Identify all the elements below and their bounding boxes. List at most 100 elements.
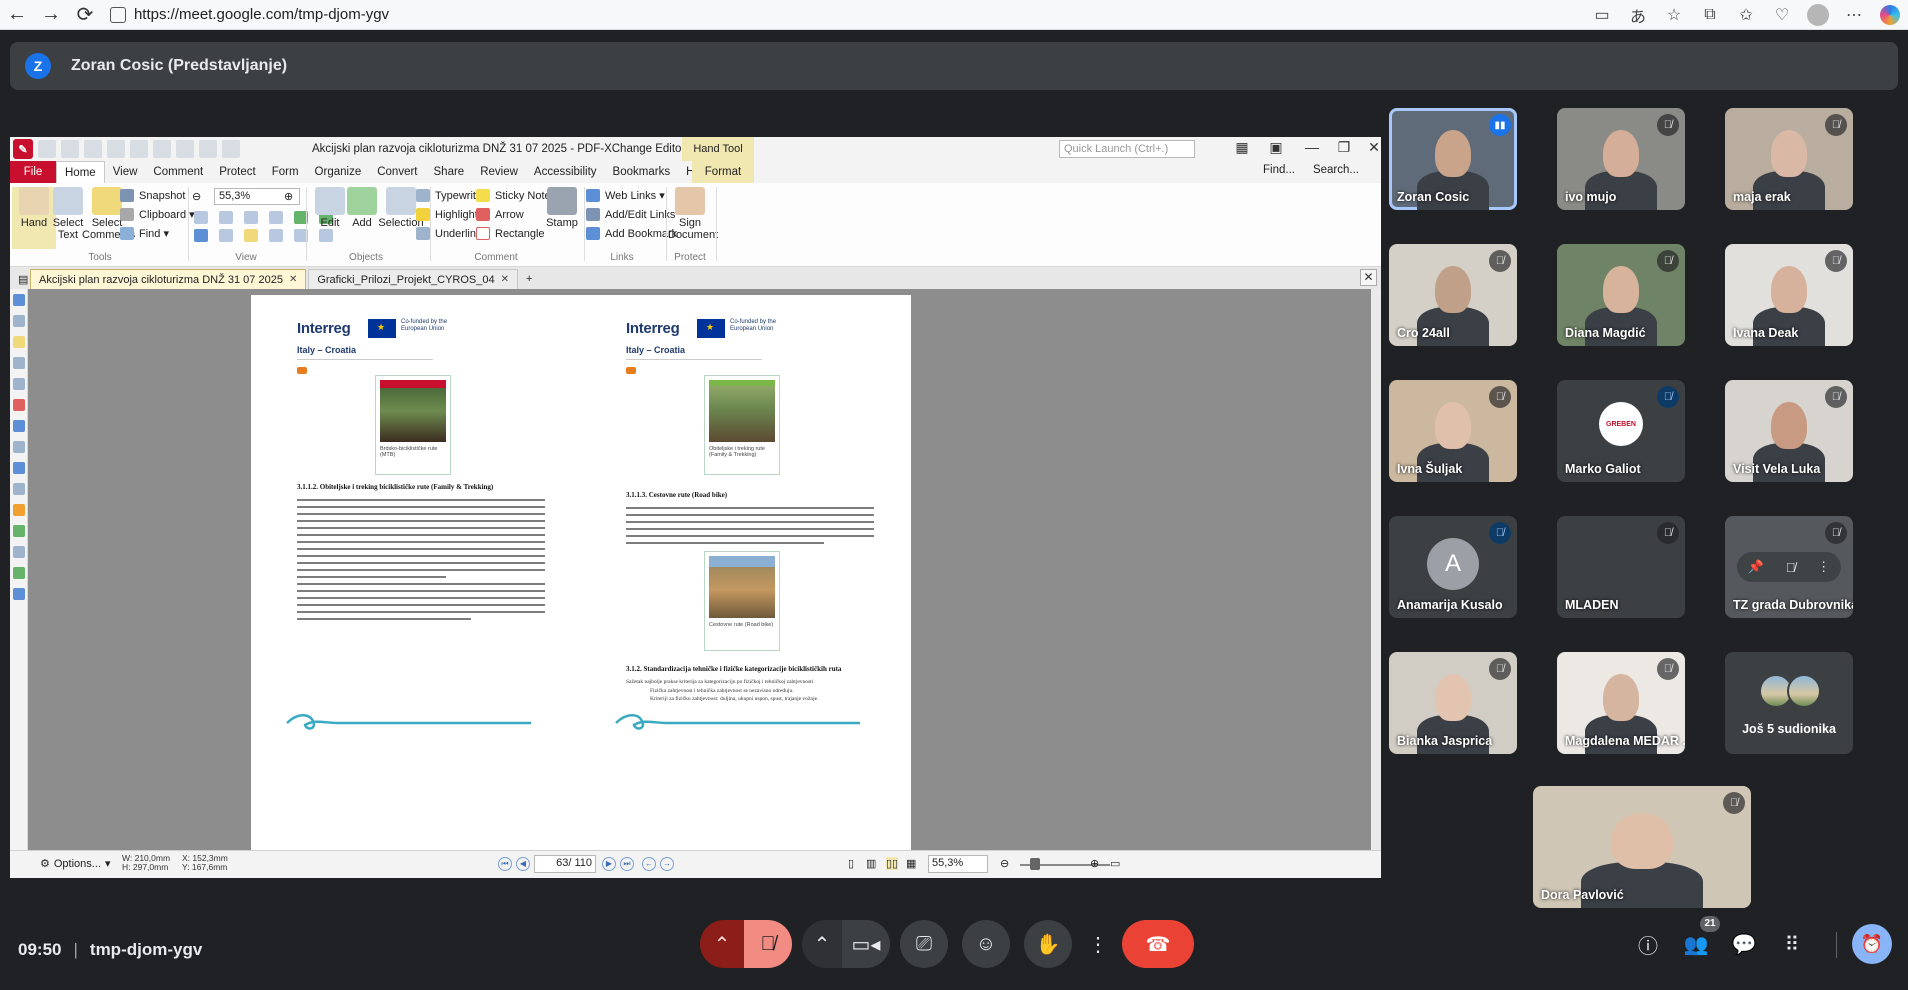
participant-tile[interactable]: 🎙̸ Dora Pavlović <box>1533 786 1751 908</box>
save-icon[interactable] <box>61 140 79 158</box>
leave-call-button[interactable]: ☎ <box>1122 920 1194 968</box>
more-vert-icon[interactable]: ⋮ <box>1817 559 1830 575</box>
thumbnails-icon[interactable] <box>219 229 233 242</box>
close-tab-icon[interactable]: ✕ <box>289 274 297 285</box>
menu-share[interactable]: Share <box>426 161 473 183</box>
rectangle-button[interactable]: Rectangle <box>476 225 545 242</box>
comments-pane-icon[interactable] <box>244 229 258 242</box>
fit-width-icon[interactable] <box>219 211 233 224</box>
articles-panel-icon[interactable] <box>12 546 25 558</box>
search-button[interactable]: Search... <box>1313 164 1359 176</box>
properties-panel-icon[interactable] <box>12 462 25 474</box>
next-view-status-icon[interactable]: → <box>660 857 674 871</box>
profile-avatar[interactable] <box>1800 0 1836 30</box>
zoom-slider-knob[interactable] <box>1030 858 1040 870</box>
activities-icon[interactable]: ⠿ <box>1778 930 1806 958</box>
highlight-button[interactable]: Highlight <box>416 206 478 223</box>
extensions-icon[interactable]: ⧉ <box>1692 0 1728 30</box>
find-button[interactable]: Find... <box>1263 164 1295 176</box>
layers-panel-icon[interactable] <box>12 378 25 390</box>
signatures-panel-icon[interactable] <box>12 399 25 411</box>
present-button[interactable]: ⎚ <box>900 920 948 968</box>
tabs-menu-icon[interactable]: ▤ <box>10 269 30 289</box>
info-panel-icon[interactable] <box>12 588 25 600</box>
prev-page-icon[interactable]: ◀ <box>516 857 530 871</box>
page-number-input[interactable]: 63/ 110 <box>534 855 596 873</box>
print-icon[interactable] <box>84 140 102 158</box>
comments-panel-icon[interactable] <box>12 336 25 348</box>
favorites-icon[interactable]: ✩ <box>1728 0 1764 30</box>
bookmarks-panel-icon[interactable] <box>12 294 25 306</box>
document-view[interactable]: Interreg Co-funded by the European Union… <box>28 289 1371 850</box>
quick-launch-input[interactable]: Quick Launch (Ctrl+.) <box>1059 140 1195 158</box>
attachments-panel-icon[interactable] <box>12 357 25 369</box>
more-options-button[interactable]: ⋮ <box>1086 920 1110 968</box>
fields-panel-icon[interactable] <box>12 483 25 495</box>
participant-tile[interactable]: ▮▮ Zoran Cosic <box>1389 108 1517 210</box>
participant-tile[interactable]: 📌 🎙̸ ⋮ 🎙̸ TZ grada Dubrovnika <box>1725 516 1853 618</box>
options-button[interactable]: ⚙ Options... ▾ <box>40 857 110 871</box>
minimize-icon[interactable]: — <box>1296 139 1328 159</box>
menu-format[interactable]: Format <box>692 161 754 183</box>
menu-review[interactable]: Review <box>472 161 526 183</box>
close-icon[interactable]: ✕ <box>1358 139 1381 159</box>
structure-panel-icon[interactable] <box>12 420 25 432</box>
document-tab-2[interactable]: Graficki_Prilozi_Projekt_CYROS_04 ✕ <box>308 269 519 289</box>
links-panel-icon[interactable] <box>12 504 25 516</box>
destinations-panel-icon[interactable] <box>12 525 25 537</box>
participant-tile[interactable]: 🎙̸ ivo mujo <box>1557 108 1685 210</box>
last-page-icon[interactable]: ⏭ <box>620 857 634 871</box>
next-page-icon[interactable]: ▶ <box>602 857 616 871</box>
add-bookmark-button[interactable]: Add Bookmark <box>586 225 677 242</box>
layout-icon[interactable]: ▣ <box>1260 139 1292 159</box>
camera-button[interactable]: ▭◂ <box>842 920 890 968</box>
bookmark-star-icon[interactable]: ☆ <box>1656 0 1692 30</box>
new-tab-icon[interactable]: + <box>518 269 541 289</box>
fit-visible-icon[interactable] <box>269 211 283 224</box>
layout-continuous-icon[interactable]: ▥ <box>866 857 876 870</box>
underline-button[interactable]: Underline <box>416 225 482 242</box>
participant-tile[interactable]: 🎙̸ MLADEN <box>1557 516 1685 618</box>
people-icon[interactable]: 👥 <box>1682 930 1710 958</box>
video-options-button[interactable]: ⌃ <box>802 920 842 968</box>
email-icon[interactable] <box>107 140 125 158</box>
fields-icon[interactable] <box>319 229 333 242</box>
participant-tile[interactable]: 🎙̸ Bianka Jasprica <box>1389 652 1517 754</box>
sign-document-button[interactable]: Sign Document <box>668 187 718 241</box>
clipboard-button[interactable]: Clipboard ▾ <box>120 206 195 223</box>
host-controls-button[interactable]: ⏰ <box>1852 924 1892 964</box>
menu-accessibility[interactable]: Accessibility <box>526 161 605 183</box>
document-tab-1[interactable]: Akcijski plan razvoja cikloturizma DNŽ 3… <box>30 269 307 289</box>
pin-icon[interactable]: 📌 <box>1748 559 1764 575</box>
back-icon[interactable]: ← <box>0 0 34 30</box>
page-fit-icon[interactable] <box>194 211 208 224</box>
layout-cover-icon[interactable]: ▦ <box>906 857 916 870</box>
microphone-button[interactable]: 🎙̸ <box>744 920 792 968</box>
pages-panel-icon[interactable] <box>12 315 25 327</box>
find-ribbon-button[interactable]: Find ▾ <box>120 225 169 242</box>
undo-icon[interactable] <box>153 140 171 158</box>
web-links-button[interactable]: Web Links ▾ <box>586 187 665 204</box>
menu-organize[interactable]: Organize <box>307 161 370 183</box>
menu-convert[interactable]: Convert <box>369 161 425 183</box>
add-edit-links-button[interactable]: Add/Edit Links <box>586 206 675 223</box>
actual-size-icon[interactable] <box>244 211 258 224</box>
reactions-button[interactable]: ☺ <box>962 920 1010 968</box>
redo-icon[interactable] <box>176 140 194 158</box>
snapshot-button[interactable]: Snapshot <box>120 187 185 204</box>
content-panel-icon[interactable] <box>12 441 25 453</box>
arrow-button[interactable]: Arrow <box>476 206 524 223</box>
participant-tile[interactable]: 🎙̸ Diana Magdić <box>1557 244 1685 346</box>
participant-tile[interactable]: 🎙̸ Cro 24all <box>1389 244 1517 346</box>
camera-permission-icon[interactable]: ▭ <box>1584 0 1620 30</box>
menu-home[interactable]: Home <box>56 161 105 183</box>
menu-comment[interactable]: Comment <box>145 161 211 183</box>
forward-icon[interactable]: → <box>34 0 68 30</box>
more-menu-icon[interactable]: ⋯ <box>1836 0 1872 30</box>
meeting-details-icon[interactable]: ⓘ <box>1634 930 1662 958</box>
layout-single-icon[interactable]: ▯ <box>848 857 854 870</box>
menu-protect[interactable]: Protect <box>211 161 263 183</box>
more-participants-tile[interactable]: Još 5 sudionika <box>1725 652 1853 754</box>
menu-form[interactable]: Form <box>264 161 307 183</box>
site-info-icon[interactable] <box>109 6 126 23</box>
